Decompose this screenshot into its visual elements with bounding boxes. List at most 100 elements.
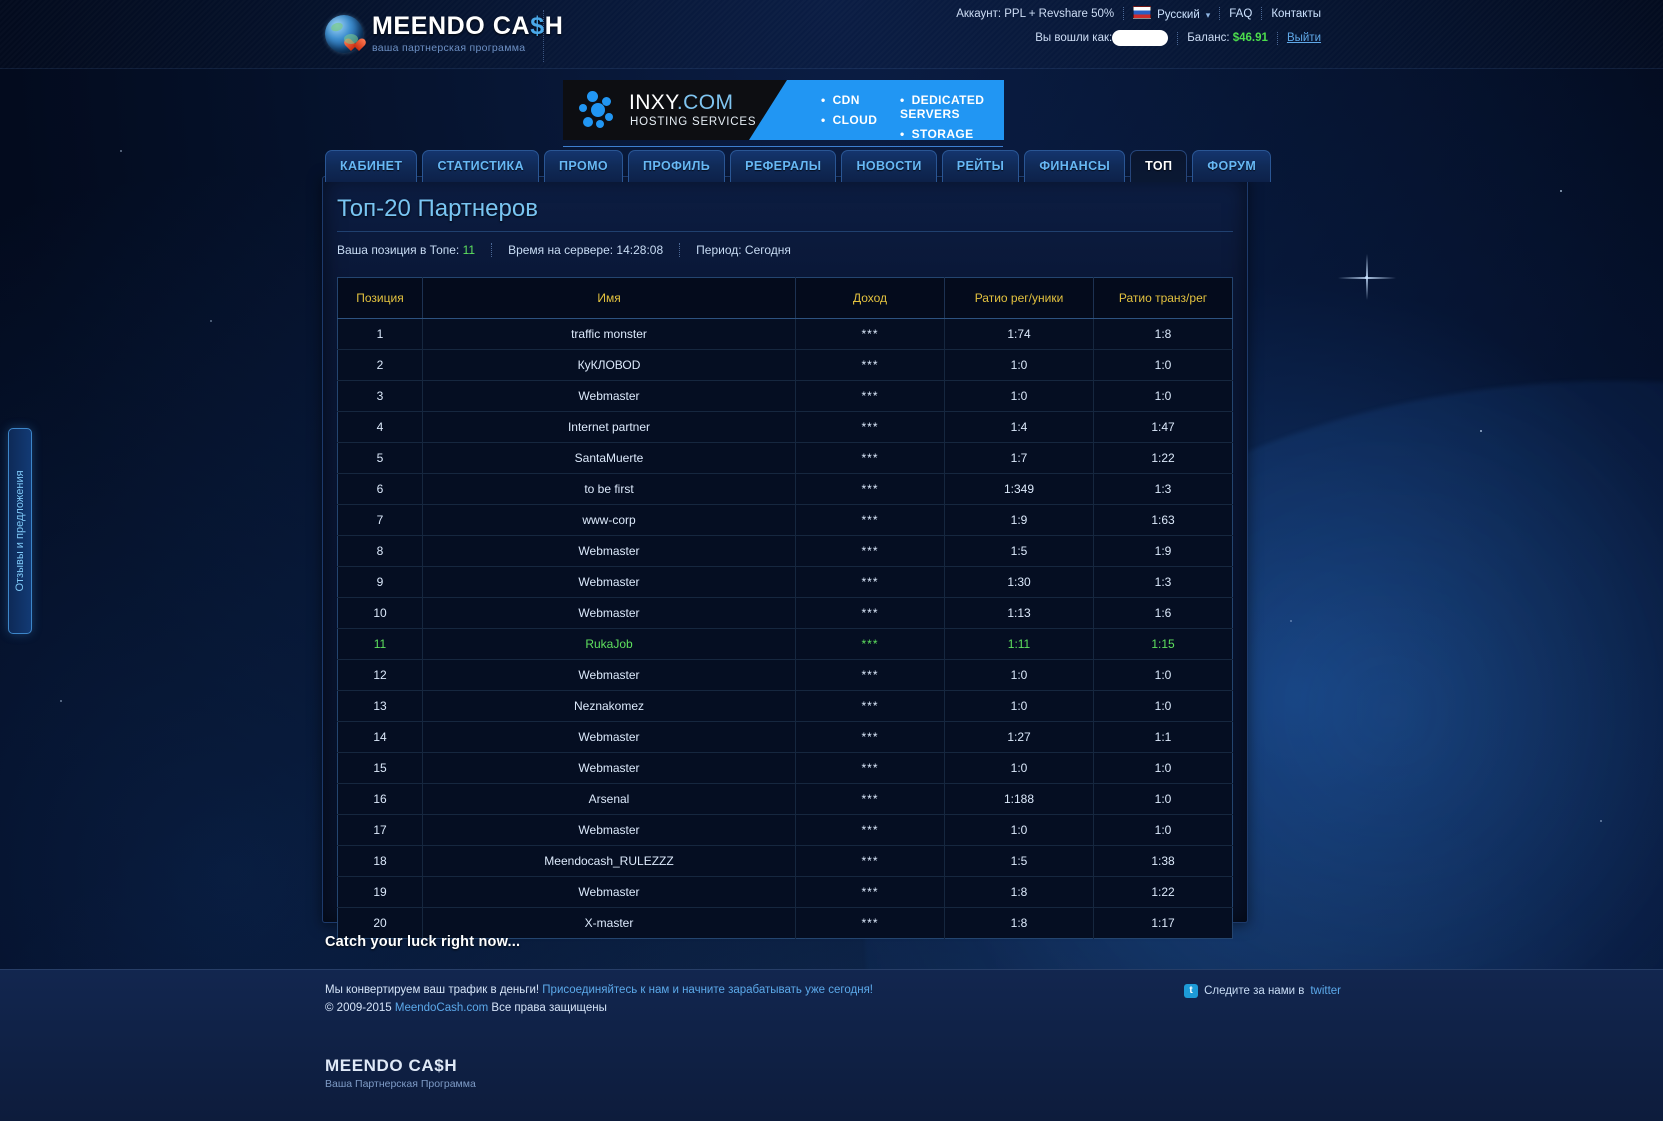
logout-link[interactable]: Выйти bbox=[1287, 32, 1321, 44]
footer-logo-title: MEENDO CA$H bbox=[325, 1056, 458, 1075]
cell-income: *** bbox=[795, 318, 945, 350]
cell-trans-reg: 1:3 bbox=[1093, 473, 1233, 505]
period-label: Период: bbox=[696, 243, 742, 257]
page-title: Топ-20 Партнеров bbox=[337, 195, 538, 222]
cell-trans-reg: 1:0 bbox=[1093, 814, 1233, 846]
cell-position: 16 bbox=[337, 783, 423, 815]
cell-trans-reg: 1:0 bbox=[1093, 349, 1233, 381]
cell-name: to be first bbox=[422, 473, 796, 505]
table-row: 15 Webmaster *** 1:0 1:0 bbox=[337, 752, 1233, 784]
cell-income: *** bbox=[795, 380, 945, 412]
cell-income: *** bbox=[795, 442, 945, 474]
cell-income: *** bbox=[795, 535, 945, 567]
cell-reg-uniq: 1:9 bbox=[944, 504, 1094, 536]
cell-position: 9 bbox=[337, 566, 423, 598]
language-selector[interactable]: Русский ▾ bbox=[1133, 6, 1210, 21]
star bbox=[1290, 620, 1292, 622]
cell-income: *** bbox=[795, 876, 945, 908]
cell-position: 10 bbox=[337, 597, 423, 629]
tab-statistika[interactable]: СТАТИСТИКА bbox=[422, 150, 540, 182]
footer-join-link[interactable]: Присоединяйтесь к нам и начните зарабаты… bbox=[542, 984, 873, 996]
cell-name: Webmaster bbox=[422, 814, 796, 846]
table-row: 5 SantaMuerte *** 1:7 1:22 bbox=[337, 442, 1233, 474]
cell-position: 1 bbox=[337, 318, 423, 350]
cell-name: Webmaster bbox=[422, 752, 796, 784]
col-header-trans-reg[interactable]: Ратио транз/рег bbox=[1093, 277, 1233, 319]
cell-income: *** bbox=[795, 597, 945, 629]
feedback-tab[interactable]: Отзывы и предложения bbox=[8, 428, 32, 634]
table-row: 3 Webmaster *** 1:0 1:0 bbox=[337, 380, 1233, 412]
footer-tagline: Мы конвертируем ваш трафик в деньги! При… bbox=[325, 984, 873, 996]
tab-forum[interactable]: ФОРУМ bbox=[1192, 150, 1272, 182]
cell-name: Internet partner bbox=[422, 411, 796, 443]
col-header-reg-uniq[interactable]: Ратио рег/уники bbox=[944, 277, 1094, 319]
cell-income: *** bbox=[795, 659, 945, 691]
cell-income: *** bbox=[795, 690, 945, 722]
twitter-link[interactable]: twitter bbox=[1310, 985, 1341, 997]
table-row: 14 Webmaster *** 1:27 1:1 bbox=[337, 721, 1233, 753]
cell-name: Webmaster bbox=[422, 380, 796, 412]
star bbox=[1560, 190, 1562, 192]
col-header-position[interactable]: Позиция bbox=[337, 277, 423, 319]
divider bbox=[1261, 7, 1263, 20]
banner-feature: DEDICATED SERVERS bbox=[900, 93, 1004, 121]
table-row: 11 RukaJob *** 1:11 1:15 bbox=[337, 628, 1233, 660]
cell-reg-uniq: 1:188 bbox=[944, 783, 1094, 815]
cell-income: *** bbox=[795, 566, 945, 598]
banner-feature: STORAGE bbox=[900, 127, 1004, 140]
balance-label: Баланс: bbox=[1187, 32, 1230, 44]
cell-reg-uniq: 1:0 bbox=[944, 690, 1094, 722]
cell-income: *** bbox=[795, 752, 945, 784]
cell-reg-uniq: 1:349 bbox=[944, 473, 1094, 505]
cell-income: *** bbox=[795, 411, 945, 443]
cell-trans-reg: 1:38 bbox=[1093, 845, 1233, 877]
divider bbox=[679, 243, 681, 257]
cell-position: 17 bbox=[337, 814, 423, 846]
tab-referaly[interactable]: РЕФЕРАЛЫ bbox=[730, 150, 837, 182]
contacts-link[interactable]: Контакты bbox=[1271, 8, 1321, 20]
banner-feature: CLOUD bbox=[821, 113, 877, 127]
cell-name: SantaMuerte bbox=[422, 442, 796, 474]
nav-rule bbox=[563, 146, 1003, 147]
tab-top[interactable]: ТОП bbox=[1130, 150, 1188, 182]
tab-reity[interactable]: РЕЙТЫ bbox=[941, 150, 1020, 182]
catch-phrase-text: Catch your luck right now... bbox=[325, 934, 521, 950]
cell-position: 13 bbox=[337, 690, 423, 722]
star bbox=[210, 320, 212, 322]
cell-trans-reg: 1:8 bbox=[1093, 318, 1233, 350]
tab-novosti[interactable]: НОВОСТИ bbox=[841, 150, 937, 182]
your-position-label: Ваша позиция в Топе: bbox=[337, 243, 460, 257]
table-row: 2 КуКЛОВОD *** 1:0 1:0 bbox=[337, 349, 1233, 381]
tab-finansy[interactable]: ФИНАНСЫ bbox=[1024, 150, 1126, 182]
catch-phrase: Catch your luck right now... bbox=[322, 930, 1246, 970]
star bbox=[120, 150, 122, 152]
faq-link[interactable]: FAQ bbox=[1229, 8, 1252, 20]
title-divider bbox=[337, 231, 1233, 232]
cell-name: Webmaster bbox=[422, 721, 796, 753]
divider bbox=[1276, 31, 1278, 45]
cell-name: Webmaster bbox=[422, 566, 796, 598]
copyright-site-link[interactable]: MeendoCash.com bbox=[395, 1002, 488, 1014]
inxy-banner-ad[interactable]: INXY.COM HOSTING SERVICES CDN CLOUD DEDI… bbox=[563, 80, 1004, 140]
cell-income: *** bbox=[795, 349, 945, 381]
cell-trans-reg: 1:0 bbox=[1093, 690, 1233, 722]
col-header-name[interactable]: Имя bbox=[422, 277, 796, 319]
cell-name: traffic monster bbox=[422, 318, 796, 350]
cell-trans-reg: 1:1 bbox=[1093, 721, 1233, 753]
cell-name: RukaJob bbox=[422, 628, 796, 660]
cell-reg-uniq: 1:0 bbox=[944, 752, 1094, 784]
table-row: 4 Internet partner *** 1:4 1:47 bbox=[337, 411, 1233, 443]
col-header-income[interactable]: Доход bbox=[795, 277, 945, 319]
cell-name: Neznakomez bbox=[422, 690, 796, 722]
page-meta: Ваша позиция в Топе: 11 Время на сервере… bbox=[337, 243, 791, 257]
tab-profil[interactable]: ПРОФИЛЬ bbox=[628, 150, 726, 182]
table-row: 6 to be first *** 1:349 1:3 bbox=[337, 473, 1233, 505]
tab-promo[interactable]: ПРОМО bbox=[544, 150, 624, 182]
tab-kabinet[interactable]: КАБИНЕТ bbox=[325, 150, 418, 182]
logged-in-label: Вы вошли как: bbox=[1035, 32, 1113, 44]
cell-position: 18 bbox=[337, 845, 423, 877]
cell-trans-reg: 1:3 bbox=[1093, 566, 1233, 598]
site-logo[interactable]: MEENDO CA$H ваша партнерская программа bbox=[325, 10, 563, 62]
twitter-icon: t bbox=[1184, 984, 1199, 998]
table-row: 13 Neznakomez *** 1:0 1:0 bbox=[337, 690, 1233, 722]
